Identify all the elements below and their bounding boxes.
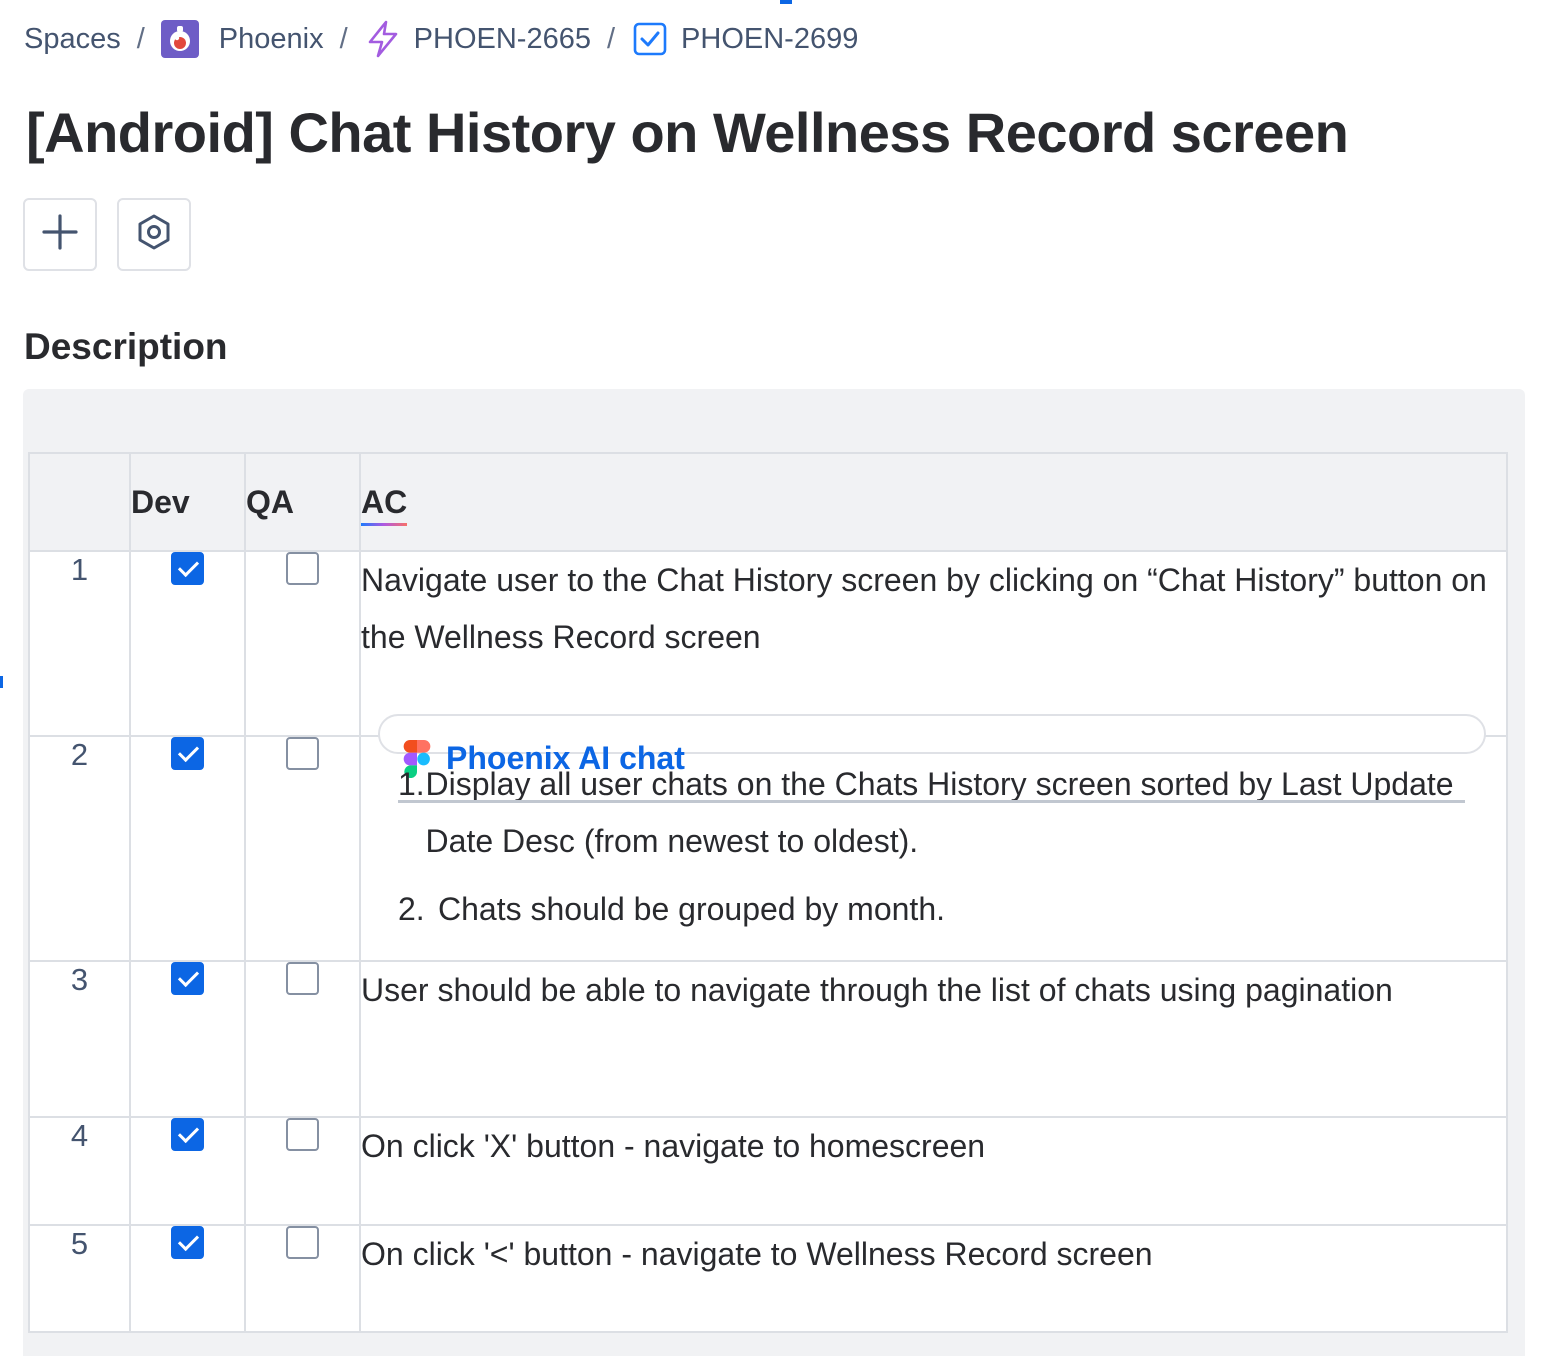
dev-checkbox[interactable]: [171, 737, 204, 770]
qa-checkbox[interactable]: [286, 737, 319, 770]
description-heading: Description: [24, 326, 228, 367]
table-row: 4 On click 'X' button - navigate to home…: [28, 1116, 1508, 1226]
qa-checkbox[interactable]: [286, 1118, 319, 1151]
phoenix-project-avatar-icon: [160, 20, 199, 58]
list-item: 2. Chats should be grouped by month.: [398, 881, 1478, 938]
ac-cell[interactable]: Navigate user to the Chat History screen…: [359, 550, 1508, 737]
breadcrumb-separator: /: [339, 22, 348, 55]
header-number: [28, 452, 131, 552]
page-title[interactable]: [Android] Chat History on Wellness Recor…: [26, 100, 1349, 165]
list-item-text: Display all user chats on the Chats Hist…: [425, 766, 1454, 859]
qa-cell: [244, 735, 361, 962]
list-item-number: 2.: [398, 891, 425, 927]
ac-cell[interactable]: On click '<' button - navigate to Wellne…: [359, 1224, 1508, 1333]
breadcrumb-epic-label: PHOEN-2665: [413, 22, 591, 55]
table-row: 1 Navigate user to the Chat History scre…: [28, 550, 1508, 737]
table-row: 5 On click '<' button - navigate to Well…: [28, 1224, 1508, 1333]
list-item: 1. Display all user chats on the Chats H…: [398, 756, 1478, 870]
dev-cell: [129, 735, 246, 962]
dev-checkbox[interactable]: [171, 962, 204, 995]
dev-checkbox[interactable]: [171, 1226, 204, 1259]
breadcrumb: Spaces / Phoenix / PHOEN-2665 / PHOEN-26…: [24, 18, 858, 60]
epic-lightning-icon: [364, 20, 402, 58]
row-number: 2: [28, 735, 131, 962]
qa-checkbox[interactable]: [286, 962, 319, 995]
breadcrumb-phoenix[interactable]: Phoenix: [160, 20, 324, 58]
row-number: 4: [28, 1116, 131, 1226]
qa-checkbox[interactable]: [286, 552, 319, 585]
apps-button[interactable]: [117, 198, 191, 271]
list-item-text: Chats should be grouped by month.: [438, 891, 945, 927]
row-number: 3: [28, 960, 131, 1118]
ai-underline: [361, 522, 408, 526]
header-ac-label-wrap: AC: [361, 483, 408, 526]
breadcrumb-phoenix-label: Phoenix: [218, 22, 324, 55]
header-dev: Dev: [129, 452, 246, 552]
qa-checkbox[interactable]: [286, 1226, 319, 1259]
header-ac-label: AC: [361, 483, 408, 520]
edge-mark-top: [780, 0, 792, 4]
ac-cell[interactable]: On click 'X' button - navigate to homesc…: [359, 1116, 1508, 1226]
row-number: 1: [28, 550, 131, 737]
add-button[interactable]: [23, 198, 97, 271]
dev-checkbox[interactable]: [171, 552, 204, 585]
dev-cell: [129, 1224, 246, 1333]
breadcrumb-task-label: PHOEN-2699: [681, 22, 859, 55]
text-underline: [398, 800, 1465, 803]
row2-ordered-list: 1. Display all user chats on the Chats H…: [398, 756, 1478, 938]
list-item-number: 1.: [398, 766, 425, 802]
breadcrumb-spaces-label: Spaces: [24, 22, 121, 55]
breadcrumb-separator: /: [136, 22, 145, 55]
table-header-row: Dev QA AC: [28, 452, 1508, 552]
qa-cell: [244, 1116, 361, 1226]
dev-cell: [129, 960, 246, 1118]
ac-cell[interactable]: User should be able to navigate through …: [359, 960, 1508, 1118]
qa-cell: [244, 960, 361, 1118]
breadcrumb-separator: /: [606, 22, 616, 55]
header-ac: AC: [359, 452, 1508, 552]
plus-icon: [41, 213, 79, 256]
dev-cell: [129, 550, 246, 737]
table-row: 3 User should be able to navigate throug…: [28, 960, 1508, 1118]
edge-mark-left: [0, 676, 3, 688]
qa-cell: [244, 1224, 361, 1333]
qa-cell: [244, 550, 361, 737]
dev-checkbox[interactable]: [171, 1118, 204, 1151]
task-checkbox-icon: [631, 20, 669, 58]
hexagon-settings-icon: [135, 213, 173, 256]
breadcrumb-epic[interactable]: PHOEN-2665: [364, 20, 591, 58]
issue-toolbar: [23, 198, 191, 271]
breadcrumb-task[interactable]: PHOEN-2699: [631, 20, 858, 58]
row-number: 5: [28, 1224, 131, 1333]
header-qa: QA: [244, 452, 361, 552]
dev-cell: [129, 1116, 246, 1226]
breadcrumb-spaces[interactable]: Spaces: [24, 23, 121, 56]
